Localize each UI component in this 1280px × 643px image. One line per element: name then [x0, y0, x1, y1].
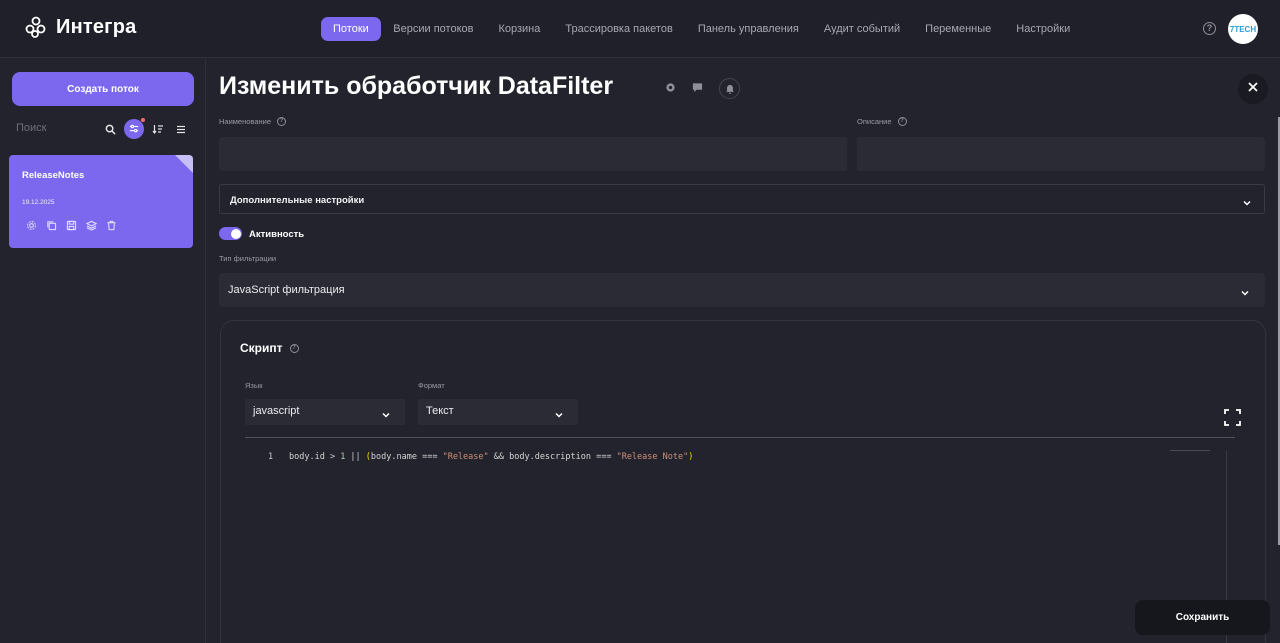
filter-icon[interactable]: [124, 118, 145, 139]
bell-icon[interactable]: [719, 78, 740, 99]
nav-trash[interactable]: Корзина: [486, 17, 553, 41]
name-field[interactable]: [219, 137, 847, 171]
filter-type-value: JavaScript фильтрация: [228, 284, 345, 296]
language-value: javascript: [253, 405, 300, 417]
chevron-down-icon: [381, 407, 391, 418]
save-icon[interactable]: [66, 220, 77, 231]
nav-dashboard[interactable]: Панель управления: [685, 17, 811, 41]
nav-flows[interactable]: Потоки: [321, 17, 381, 41]
nav-variables[interactable]: Переменные: [913, 17, 1004, 41]
chevron-down-icon: [554, 407, 564, 418]
name-label-text: Наименование: [219, 117, 271, 126]
flow-card-title: ReleaseNotes: [22, 170, 85, 181]
app-name: Интегра: [56, 15, 137, 38]
description-label-text: Описание: [857, 117, 892, 126]
flow-card-date: 19.12.2025: [22, 199, 55, 206]
card-corner-fold: [175, 155, 193, 173]
toggle-knob: [230, 228, 241, 239]
format-value: Текст: [426, 405, 454, 417]
advanced-settings-accordion[interactable]: Дополнительные настройки: [219, 184, 1265, 214]
comment-icon[interactable]: [692, 80, 703, 98]
flow-card[interactable]: ReleaseNotes 19.12.2025: [9, 155, 193, 248]
sort-icon[interactable]: [148, 119, 168, 139]
script-title-text: Скрипт: [240, 341, 283, 355]
top-bar: Интегра Потоки Версии потоков Корзина Тр…: [0, 0, 1280, 58]
script-panel: Скрипт ? Язык javascript Формат Текст 1 …: [220, 320, 1266, 643]
filter-type-label: Тип фильтрации: [219, 254, 277, 263]
title-actions: [665, 78, 740, 99]
active-toggle[interactable]: [219, 227, 242, 240]
list-view-icon[interactable]: [171, 119, 191, 139]
gear-icon[interactable]: [665, 80, 676, 98]
search-icon[interactable]: [100, 119, 120, 139]
flow-card-actions: [26, 220, 117, 231]
page-title: Изменить обработчик DataFilter: [219, 72, 614, 100]
active-label: Активность: [249, 229, 305, 240]
help-icon[interactable]: ?: [277, 117, 286, 126]
main-nav: Потоки Версии потоков Корзина Трассировк…: [321, 17, 1083, 41]
editor-divider: [245, 437, 1235, 438]
avatar[interactable]: 7TECH: [1228, 14, 1258, 44]
language-select[interactable]: javascript: [245, 399, 405, 425]
description-field[interactable]: [857, 137, 1265, 171]
advanced-settings-label: Дополнительные настройки: [230, 195, 365, 206]
nav-flow-versions[interactable]: Версии потоков: [381, 17, 486, 41]
nav-settings[interactable]: Настройки: [1004, 17, 1083, 41]
settings-icon[interactable]: [26, 220, 37, 231]
language-label: Язык: [245, 381, 263, 390]
nav-packet-tracing[interactable]: Трассировка пакетов: [553, 17, 685, 41]
description-label: Описание ?: [857, 117, 907, 126]
filter-type-select[interactable]: JavaScript фильтрация: [219, 273, 1265, 307]
editor-minimap: [1170, 450, 1210, 451]
trash-icon[interactable]: [106, 220, 117, 231]
filter-active-dot: [141, 118, 145, 122]
chevron-down-icon: [1240, 285, 1250, 296]
script-title: Скрипт ?: [240, 341, 299, 355]
copy-icon[interactable]: [46, 220, 57, 231]
app-logo[interactable]: Интегра: [24, 15, 136, 39]
chevron-down-icon: [1242, 195, 1252, 206]
main-content: Изменить обработчик DataFilter Наименова…: [207, 59, 1280, 643]
help-icon[interactable]: ?: [897, 117, 907, 126]
help-icon[interactable]: ?: [1203, 22, 1216, 35]
close-icon: [1247, 80, 1259, 98]
save-button[interactable]: Сохранить: [1135, 600, 1270, 635]
code-editor-line[interactable]: body.id > 1 || (body.name === "Release" …: [289, 452, 693, 462]
name-label: Наименование ?: [219, 117, 286, 126]
sidebar: Создать поток Поиск ReleaseNotes 19.12.2…: [0, 59, 206, 643]
format-select[interactable]: Текст: [418, 399, 578, 425]
create-flow-button[interactable]: Создать поток: [12, 72, 194, 106]
layers-icon[interactable]: [86, 220, 97, 231]
search-input[interactable]: Поиск: [16, 122, 46, 134]
line-number: 1: [268, 452, 274, 462]
logo-icon: [24, 15, 48, 39]
help-icon[interactable]: ?: [289, 343, 299, 353]
nav-event-audit[interactable]: Аудит событий: [811, 17, 912, 41]
fullscreen-icon[interactable]: [1224, 409, 1241, 426]
format-label: Формат: [418, 381, 445, 390]
close-button[interactable]: [1238, 74, 1268, 104]
